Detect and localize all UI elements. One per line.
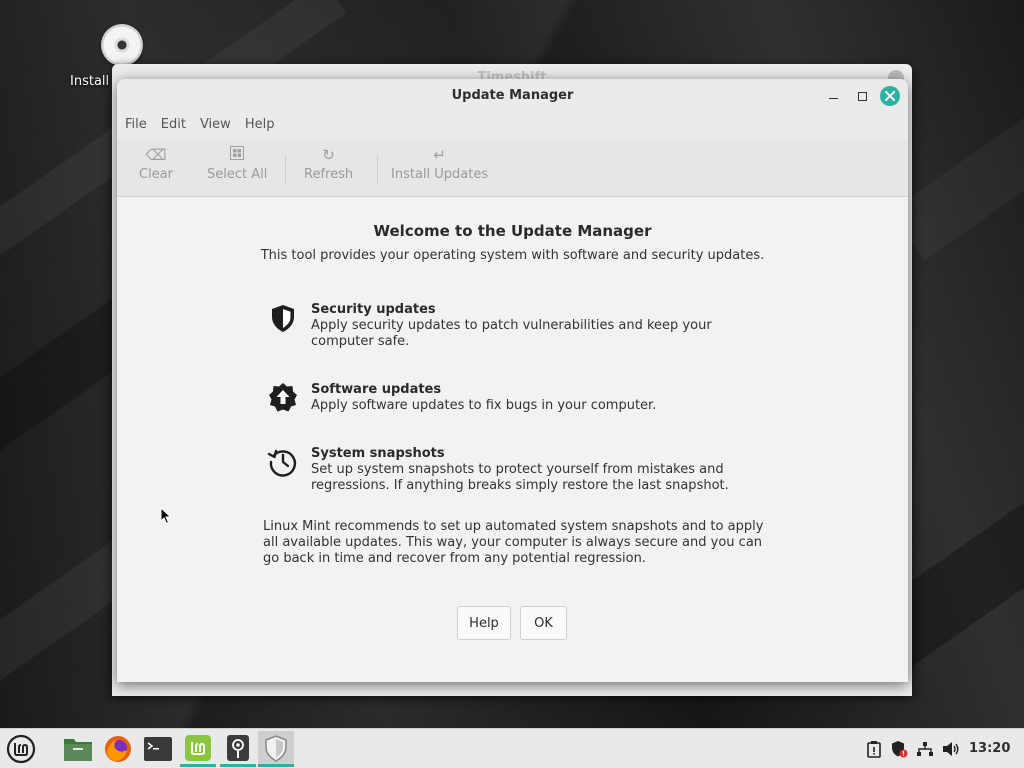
taskbar: 13:20 — [0, 728, 1024, 768]
clear-label: Clear — [139, 167, 173, 182]
menu-help[interactable]: Help — [245, 113, 283, 139]
update-manager-window: Update Manager File Edit View Help ⌫ Cle… — [117, 79, 908, 682]
toolbar-separator — [285, 155, 286, 185]
select-all-icon — [230, 145, 245, 165]
close-icon — [885, 91, 895, 101]
shield-alert-icon — [892, 741, 908, 758]
backspace-icon: ⌫ — [145, 146, 167, 164]
clipboard-indicator[interactable] — [864, 739, 884, 759]
refresh-label: Refresh — [304, 167, 354, 182]
shield-icon — [272, 305, 294, 332]
feature-title: System snapshots — [311, 446, 445, 461]
clock[interactable]: 13:20 — [969, 741, 1010, 756]
clear-button[interactable]: ⌫ Clear — [139, 145, 173, 182]
network-icon — [917, 742, 933, 756]
software-manager-button[interactable] — [180, 731, 216, 767]
files-icon — [64, 739, 92, 761]
install-updates-button[interactable]: ↵ Install Updates — [391, 145, 488, 182]
volume-icon — [943, 742, 959, 756]
feature-description: Set up system snapshots to protect yours… — [311, 462, 729, 493]
firefox-icon — [105, 736, 131, 762]
toolbar-separator — [377, 155, 378, 185]
mint-menu-icon — [6, 734, 36, 764]
close-button[interactable] — [880, 86, 900, 106]
welcome-title: Welcome to the Update Manager — [373, 222, 652, 240]
refresh-button[interactable]: ↻ Refresh — [304, 145, 353, 182]
feature-description: Apply software updates to fix bugs in yo… — [311, 398, 657, 413]
disc-icon — [101, 24, 143, 66]
menu-file[interactable]: File — [125, 113, 155, 139]
maximize-button[interactable] — [852, 86, 872, 106]
mint-menu-button[interactable] — [3, 731, 39, 767]
network-indicator[interactable] — [915, 739, 935, 759]
title-bar: Update Manager — [117, 79, 908, 113]
select-all-label: Select All — [207, 167, 268, 182]
feature-title: Software updates — [311, 382, 442, 397]
update-tray-indicator[interactable] — [889, 739, 909, 759]
history-clock-icon — [267, 449, 297, 477]
window-title: Update Manager — [451, 88, 574, 103]
menu-view[interactable]: View — [200, 113, 239, 139]
feature-title: Security updates — [311, 302, 436, 317]
recommendation-note: Linux Mint recommends to set up automate… — [263, 519, 764, 566]
desktop-install-label: Install — [70, 74, 110, 89]
install-updates-label: Install Updates — [391, 167, 489, 182]
timeshift-icon — [227, 734, 249, 761]
upload-badge-icon — [269, 383, 297, 412]
help-button[interactable]: Help — [457, 606, 511, 640]
menu-bar: File Edit View Help — [117, 113, 908, 139]
firefox-button[interactable] — [100, 731, 136, 767]
welcome-panel: Welcome to the Update Manager This tool … — [117, 197, 908, 682]
welcome-subtitle: This tool provides your operating system… — [260, 248, 765, 263]
menu-edit[interactable]: Edit — [161, 113, 194, 139]
ok-button[interactable]: OK — [520, 606, 567, 640]
feature-description: Apply security updates to patch vulnerab… — [311, 318, 712, 349]
update-manager-icon — [265, 734, 287, 762]
terminal-icon — [144, 737, 172, 761]
select-all-button[interactable]: Select All — [207, 145, 267, 182]
mouse-cursor-icon — [160, 507, 172, 525]
desktop-install-icon[interactable]: Install — [62, 24, 182, 89]
maximize-icon — [857, 91, 867, 101]
update-manager-button[interactable] — [258, 731, 294, 767]
enter-arrow-icon: ↵ — [433, 146, 446, 164]
toolbar: ⌫ Clear Select All ↻ Refresh ↵ Install U… — [117, 139, 908, 197]
clipboard-alert-icon — [867, 741, 881, 758]
files-button[interactable] — [60, 731, 96, 767]
terminal-button[interactable] — [140, 731, 176, 767]
minimize-icon — [828, 97, 838, 100]
minimize-button[interactable] — [823, 86, 843, 106]
timeshift-button[interactable] — [220, 731, 256, 767]
mintinstall-icon — [185, 734, 211, 761]
volume-indicator[interactable] — [941, 739, 961, 759]
refresh-icon: ↻ — [322, 146, 335, 164]
